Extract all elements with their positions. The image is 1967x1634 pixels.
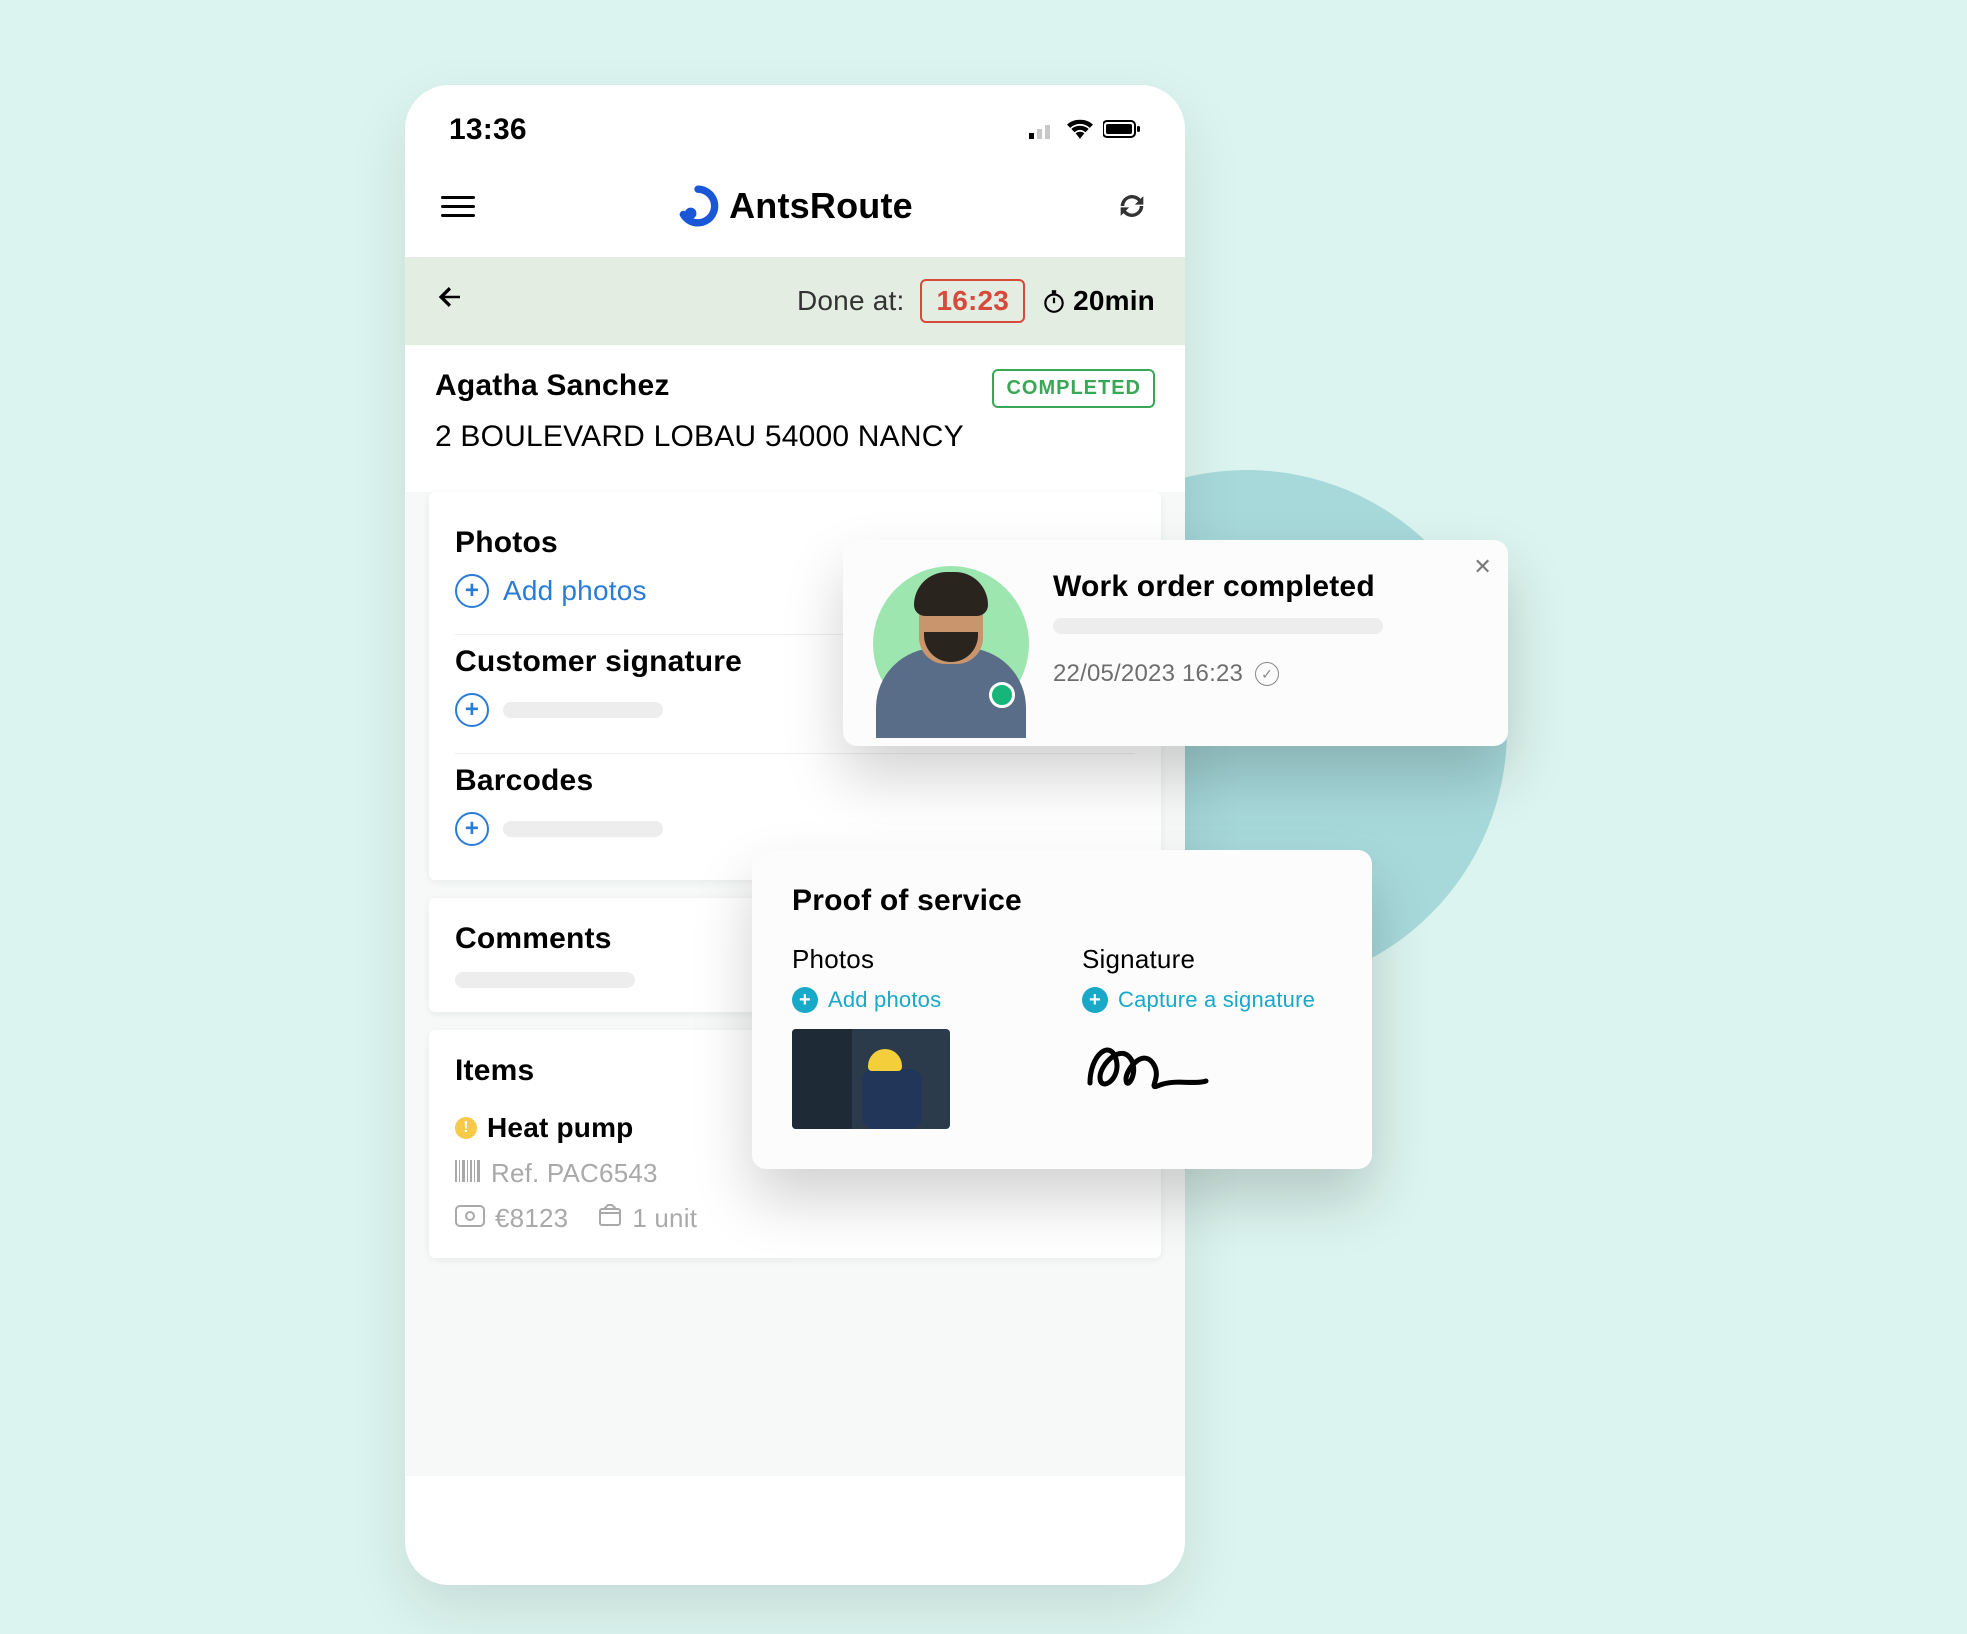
avatar: [873, 566, 1029, 722]
capture-signature-label: Capture a signature: [1118, 987, 1315, 1013]
status-time: 13:36: [449, 113, 527, 147]
check-icon: ✓: [1255, 662, 1279, 686]
proof-photos-heading: Photos: [792, 944, 1042, 975]
placeholder-bar: [455, 972, 635, 988]
item-price: €8123: [495, 1203, 568, 1234]
barcodes-heading: Barcodes: [455, 764, 1135, 798]
toast-timestamp: 22/05/2023 16:23: [1053, 660, 1243, 688]
proof-signature-column: Signature + Capture a signature: [1082, 944, 1332, 1129]
online-indicator: [989, 682, 1015, 708]
photo-thumbnail[interactable]: [792, 1029, 950, 1129]
plus-icon: +: [455, 812, 489, 846]
barcode-icon: [455, 1158, 481, 1189]
signature-image: [1082, 1035, 1212, 1099]
proof-title: Proof of service: [792, 884, 1332, 918]
add-photos-button[interactable]: + Add photos: [792, 987, 1042, 1013]
signal-icon: [1029, 113, 1057, 147]
plus-icon: +: [455, 693, 489, 727]
phone-frame: 13:36 AntsRoute Done at: 16:23: [405, 85, 1185, 1585]
add-photos-label: Add photos: [828, 987, 941, 1013]
plus-icon: +: [1082, 987, 1108, 1013]
brand-name: AntsRoute: [729, 185, 913, 227]
item-ref: Ref. PAC6543: [491, 1158, 658, 1189]
app-header: AntsRoute: [405, 165, 1185, 257]
proof-of-service-card: Proof of service Photos + Add photos Sig…: [752, 850, 1372, 1169]
add-barcode-button[interactable]: +: [455, 812, 1135, 846]
item-units: 1 unit: [632, 1203, 697, 1234]
customer-address: 2 BOULEVARD LOBAU 54000 NANCY: [405, 420, 1185, 474]
close-icon[interactable]: ✕: [1473, 554, 1492, 580]
proof-photos-column: Photos + Add photos: [792, 944, 1042, 1129]
toast-work-order-completed: ✕ Work order completed 22/05/2023 16:23 …: [843, 540, 1508, 746]
money-icon: [455, 1203, 485, 1234]
warning-icon: !: [455, 1117, 477, 1139]
refresh-icon[interactable]: [1115, 189, 1149, 223]
customer-name: Agatha Sanchez: [435, 369, 670, 403]
done-label: Done at:: [797, 285, 904, 317]
duration-display: 20min: [1041, 285, 1155, 317]
status-badge: COMPLETED: [992, 369, 1155, 408]
proof-signature-heading: Signature: [1082, 944, 1332, 975]
barcodes-section: Barcodes +: [455, 754, 1135, 850]
placeholder-bar: [503, 821, 663, 837]
placeholder-bar: [503, 702, 663, 718]
battery-icon: [1103, 113, 1141, 147]
status-bar: 13:36: [405, 85, 1185, 165]
placeholder-bar: [1053, 618, 1383, 634]
plus-icon: +: [792, 987, 818, 1013]
box-icon: [598, 1203, 622, 1234]
item-name: Heat pump: [487, 1112, 633, 1144]
plus-icon: +: [455, 574, 489, 608]
wifi-icon: [1067, 113, 1093, 147]
done-bar: Done at: 16:23 20min: [405, 257, 1185, 345]
add-photos-label: Add photos: [503, 575, 647, 607]
toast-title: Work order completed: [1053, 570, 1478, 604]
duration-value: 20min: [1073, 285, 1155, 317]
capture-signature-button[interactable]: + Capture a signature: [1082, 987, 1332, 1013]
menu-icon[interactable]: [441, 196, 475, 217]
done-time: 16:23: [920, 279, 1025, 323]
brand-logo: AntsRoute: [677, 185, 913, 227]
back-icon[interactable]: [435, 282, 465, 321]
